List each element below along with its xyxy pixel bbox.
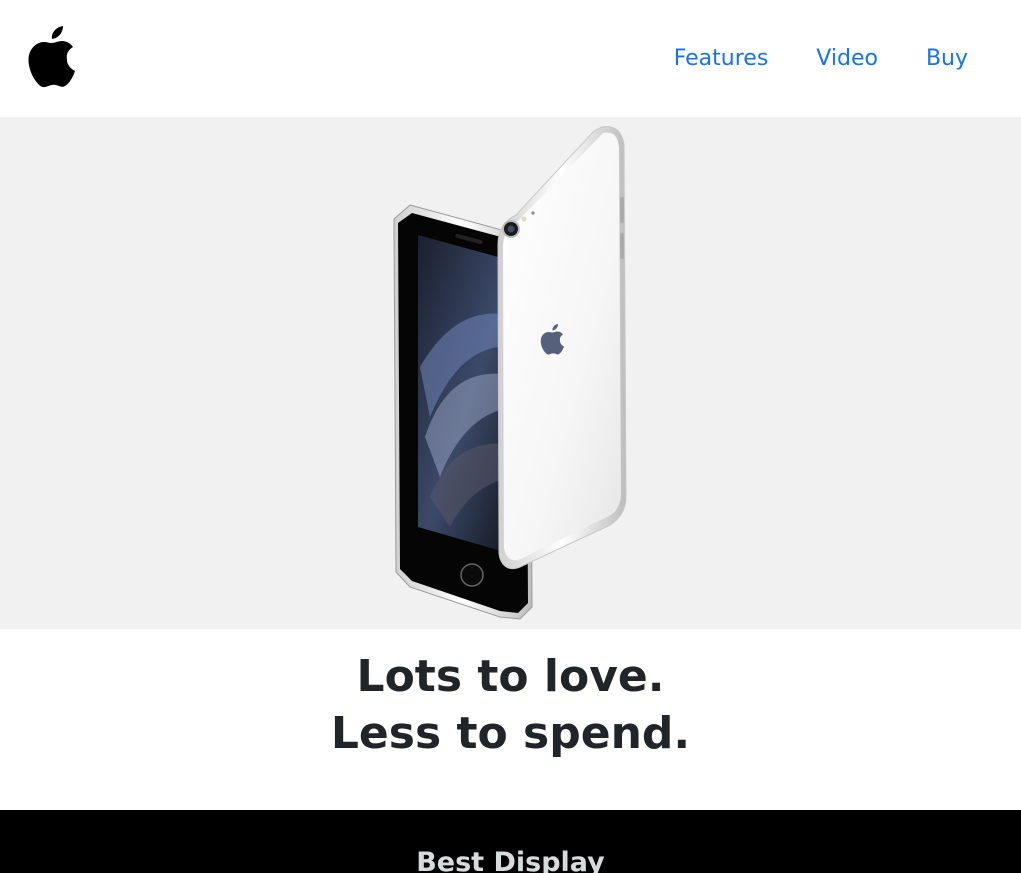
display-section-title: Best Display bbox=[416, 847, 605, 873]
headline-line-2: Less to spend. bbox=[330, 708, 691, 759]
nav-link-buy[interactable]: Buy bbox=[926, 44, 968, 74]
site-header: Features Video Buy bbox=[0, 0, 1021, 117]
nav-link-features[interactable]: Features bbox=[674, 44, 769, 74]
main-nav: Features Video Buy bbox=[674, 44, 968, 74]
apple-logo-icon[interactable] bbox=[27, 26, 75, 88]
hero-banner bbox=[0, 117, 1021, 629]
display-section: Best Display bbox=[0, 810, 1021, 873]
headline-line-1: Lots to love. bbox=[356, 651, 665, 702]
nav-link-video[interactable]: Video bbox=[816, 44, 878, 74]
iphone-se-image bbox=[393, 126, 627, 620]
hero-headline: Lots to love. Less to spend. bbox=[0, 648, 1021, 762]
